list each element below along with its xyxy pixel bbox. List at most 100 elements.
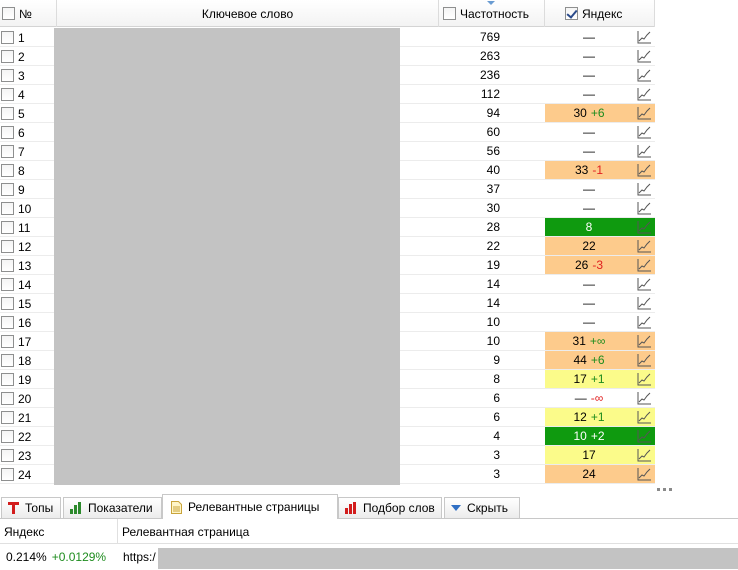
row-checkbox[interactable] — [1, 259, 14, 272]
yandex-position-cell[interactable]: — — [545, 28, 655, 46]
yandex-position-cell[interactable]: — — [545, 313, 655, 331]
row-checkbox[interactable] — [1, 316, 14, 329]
yandex-position-cell[interactable]: 8 — [545, 218, 655, 236]
yandex-position-cell[interactable]: 22 — [545, 237, 655, 255]
position-history-chart-icon[interactable] — [637, 258, 652, 272]
position-value: 10 — [573, 429, 587, 443]
position-value: 12 — [573, 410, 587, 424]
row-checkbox[interactable] — [1, 221, 14, 234]
yandex-position-cell[interactable]: 12 +1 — [545, 408, 655, 426]
yandex-position-cell[interactable]: — -∞ — [545, 389, 655, 407]
position-history-chart-icon[interactable] — [637, 87, 652, 101]
column-engine-label[interactable]: Яндекс — [0, 519, 118, 544]
yandex-position-cell[interactable]: 10 +2 — [545, 427, 655, 445]
yandex-position-cell[interactable]: 33 -1 — [545, 161, 655, 179]
position-value: — — [583, 296, 595, 310]
position-history-chart-icon[interactable] — [637, 277, 652, 291]
position-history-chart-icon[interactable] — [637, 448, 652, 462]
position-history-chart-icon[interactable] — [637, 49, 652, 63]
row-checkbox[interactable] — [1, 240, 14, 253]
yandex-position-cell[interactable]: 24 — [545, 465, 655, 483]
yandex-position-cell[interactable]: 17 — [545, 446, 655, 464]
row-checkbox[interactable] — [1, 354, 14, 367]
tab-relevant-pages[interactable]: Релевантные страницы — [162, 494, 338, 519]
yandex-checkbox[interactable] — [565, 7, 578, 20]
column-header-number[interactable]: № — [0, 0, 57, 27]
frequency-cell: 94 — [486, 106, 500, 120]
position-history-chart-icon[interactable] — [637, 372, 652, 386]
yandex-position-cell[interactable]: — — [545, 47, 655, 65]
position-history-chart-icon[interactable] — [637, 201, 652, 215]
row-checkbox[interactable] — [1, 297, 14, 310]
row-checkbox[interactable] — [1, 411, 14, 424]
yandex-position-cell[interactable]: 17 +1 — [545, 370, 655, 388]
tab-indicators[interactable]: Показатели — [63, 497, 162, 518]
yandex-position-cell[interactable]: — — [545, 294, 655, 312]
yandex-position-cell[interactable]: — — [545, 66, 655, 84]
position-history-chart-icon[interactable] — [637, 334, 652, 348]
position-history-chart-icon[interactable] — [637, 144, 652, 158]
position-history-chart-icon[interactable] — [637, 410, 652, 424]
row-checkbox[interactable] — [1, 164, 14, 177]
yandex-position-cell[interactable]: — — [545, 275, 655, 293]
column-page-label[interactable]: Релевантная страница — [118, 519, 418, 544]
row-checkbox[interactable] — [1, 31, 14, 44]
redacted-keywords-block — [54, 28, 400, 485]
row-number: 22 — [18, 429, 32, 444]
position-value: — — [583, 277, 595, 291]
frequency-cell: 37 — [486, 182, 500, 196]
row-checkbox[interactable] — [1, 373, 14, 386]
row-checkbox[interactable] — [1, 50, 14, 63]
yandex-position-cell[interactable]: 31 +∞ — [545, 332, 655, 350]
select-all-checkbox[interactable] — [2, 7, 15, 20]
tab-tops[interactable]: Топы — [1, 497, 61, 518]
position-history-chart-icon[interactable] — [637, 125, 652, 139]
row-checkbox[interactable] — [1, 278, 14, 291]
position-history-chart-icon[interactable] — [637, 296, 652, 310]
position-history-chart-icon[interactable] — [637, 467, 652, 481]
position-history-chart-icon[interactable] — [637, 30, 652, 44]
row-checkbox[interactable] — [1, 69, 14, 82]
row-checkbox[interactable] — [1, 88, 14, 101]
yandex-position-cell[interactable]: 26 -3 — [545, 256, 655, 274]
position-history-chart-icon[interactable] — [637, 220, 652, 234]
yandex-position-cell[interactable]: — — [545, 123, 655, 141]
position-history-chart-icon[interactable] — [637, 163, 652, 177]
column-header-keyword[interactable]: Ключевое слово — [57, 0, 439, 27]
tab-word-selection[interactable]: Подбор слов — [338, 497, 442, 518]
frequency-cell: 9 — [493, 353, 500, 367]
tab-hide[interactable]: Скрыть — [444, 497, 520, 518]
position-history-chart-icon[interactable] — [637, 182, 652, 196]
row-checkbox[interactable] — [1, 449, 14, 462]
position-history-chart-icon[interactable] — [637, 315, 652, 329]
row-checkbox[interactable] — [1, 145, 14, 158]
column-header-yandex[interactable]: Яндекс — [545, 0, 655, 27]
row-checkbox[interactable] — [1, 430, 14, 443]
row-checkbox[interactable] — [1, 183, 14, 196]
position-history-chart-icon[interactable] — [637, 353, 652, 367]
yandex-position-cell[interactable]: — — [545, 180, 655, 198]
row-number-cell: 17 — [0, 332, 57, 351]
row-checkbox[interactable] — [1, 335, 14, 348]
row-number-cell: 6 — [0, 123, 57, 142]
splitter-handle[interactable] — [657, 488, 673, 492]
position-history-chart-icon[interactable] — [637, 391, 652, 405]
bar-chart-icon — [70, 502, 82, 514]
yandex-position-cell[interactable]: — — [545, 85, 655, 103]
position-history-chart-icon[interactable] — [637, 68, 652, 82]
row-number: 17 — [18, 334, 32, 349]
row-checkbox[interactable] — [1, 202, 14, 215]
position-history-chart-icon[interactable] — [637, 429, 652, 443]
row-checkbox[interactable] — [1, 468, 14, 481]
yandex-position-cell[interactable]: — — [545, 142, 655, 160]
frequency-checkbox[interactable] — [443, 7, 456, 20]
row-checkbox[interactable] — [1, 126, 14, 139]
yandex-position-cell[interactable]: 44 +6 — [545, 351, 655, 369]
position-history-chart-icon[interactable] — [637, 239, 652, 253]
yandex-position-cell[interactable]: 30 +6 — [545, 104, 655, 122]
position-history-chart-icon[interactable] — [637, 106, 652, 120]
row-number: 16 — [18, 315, 32, 330]
row-checkbox[interactable] — [1, 392, 14, 405]
row-checkbox[interactable] — [1, 107, 14, 120]
yandex-position-cell[interactable]: — — [545, 199, 655, 217]
